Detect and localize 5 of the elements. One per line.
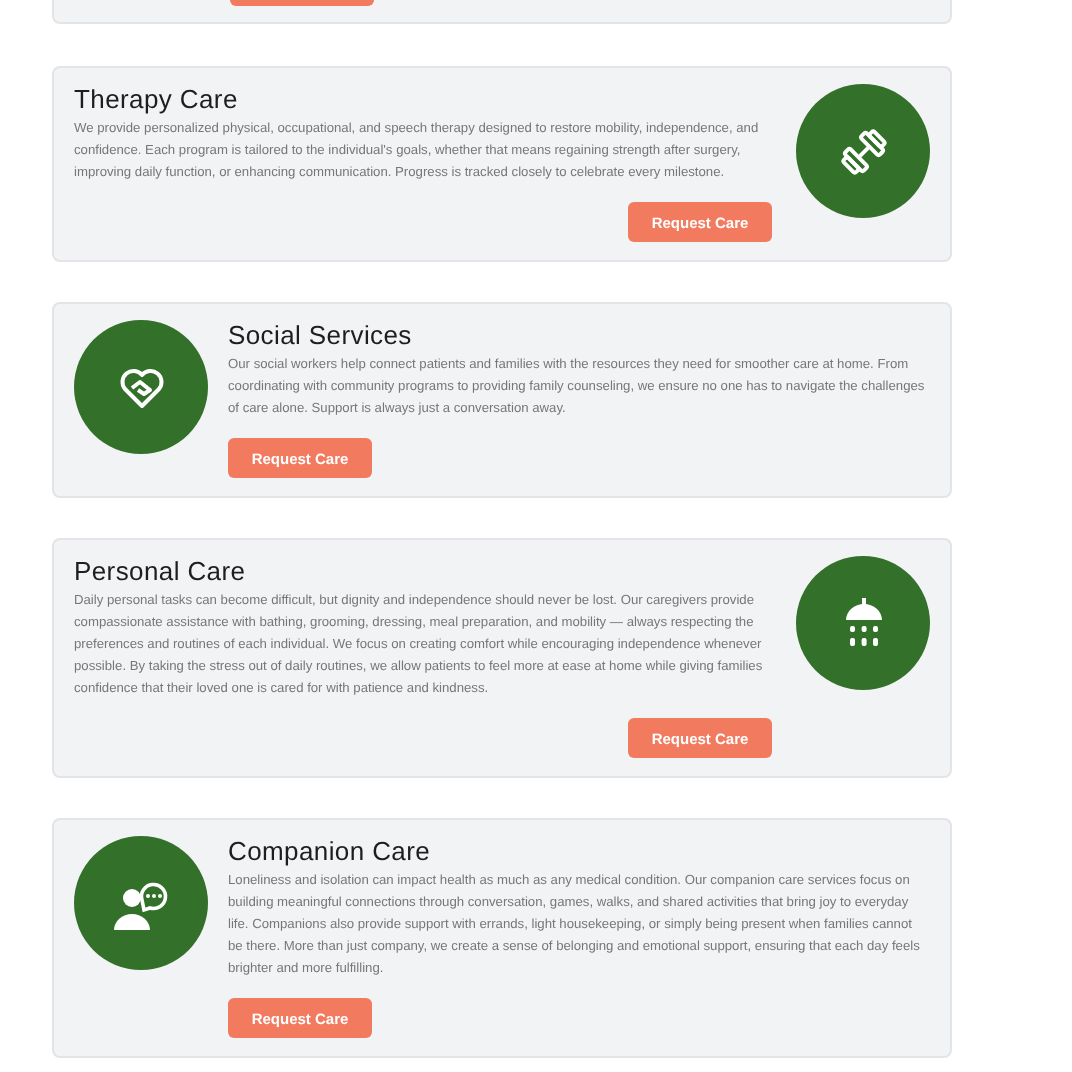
card-title: Therapy Care [74,84,240,116]
card-title: Social Services [228,320,414,352]
card-title: Personal Care [74,556,248,588]
card-title: Companion Care [228,836,433,868]
request-button[interactable] [230,0,374,6]
